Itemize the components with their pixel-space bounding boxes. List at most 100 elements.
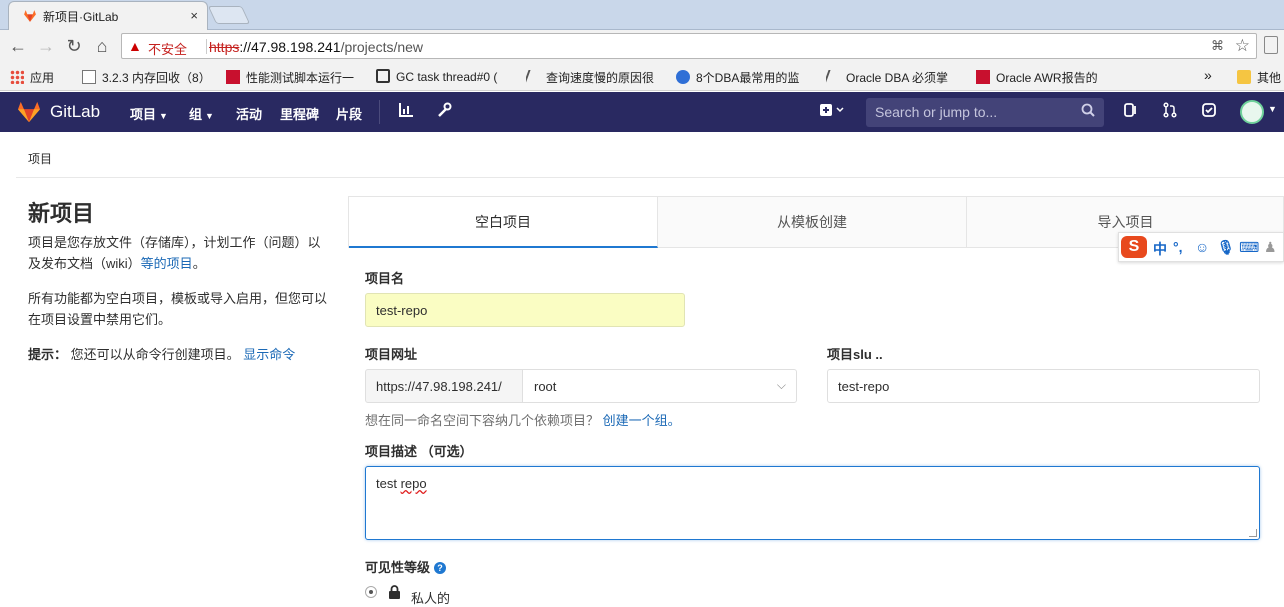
namespace-select[interactable]: root ⌵	[522, 369, 797, 403]
apps-grid-icon	[10, 70, 24, 84]
browser-tab-strip: 新项目·GitLab ×	[0, 0, 1284, 30]
bookmark-apps[interactable]: 应用	[10, 69, 54, 86]
merge-request-icon[interactable]	[1162, 102, 1178, 122]
user-avatar[interactable]	[1240, 100, 1264, 124]
nav-divider	[379, 100, 380, 124]
visibility-private-radio[interactable]	[365, 586, 377, 598]
tab-from-template[interactable]: 从模板创建	[658, 197, 967, 248]
bookmark-item[interactable]: 8个DBA最常用的监	[676, 69, 814, 86]
show-command-link[interactable]: 显示命令	[243, 347, 295, 362]
c-logo-icon	[976, 70, 990, 84]
bookmark-item[interactable]: Oracle DBA 必须掌	[826, 69, 962, 86]
extension-icon[interactable]	[1264, 36, 1278, 54]
chart-icon[interactable]	[398, 102, 414, 122]
g-logo-icon	[376, 69, 390, 83]
intro-link[interactable]: 等的项目	[141, 256, 193, 271]
back-arrow-icon[interactable]: ←	[8, 36, 28, 56]
project-slug-label: 项目slu ..	[827, 347, 883, 362]
bookmark-item[interactable]: 3.2.3 内存回收（8）	[82, 69, 214, 86]
close-tab-icon[interactable]: ×	[190, 8, 198, 23]
todo-check-icon[interactable]	[1201, 102, 1217, 122]
other-bookmarks-folder[interactable]: 其他	[1237, 69, 1281, 86]
create-group-link[interactable]: 创建一个组。	[603, 413, 681, 428]
page-icon	[82, 70, 96, 84]
microphone-icon[interactable]: 🎙	[1217, 239, 1235, 256]
page-title: 新项目	[28, 201, 95, 226]
bookmark-item[interactable]: 性能测试脚本运行一	[226, 69, 362, 86]
reload-icon[interactable]: ↻	[64, 36, 84, 56]
project-url-prefix: https://47.98.198.241/	[365, 369, 523, 403]
wrench-icon[interactable]	[436, 102, 452, 122]
address-url[interactable]: https://47.98.198.241/projects/new	[209, 39, 423, 55]
intro-paragraph: 项目是您存放文件（存储库），计划工作（问题）以及发布文档（wiki）等的项目。	[28, 235, 321, 271]
url-scheme: https	[209, 39, 240, 55]
url-path: /projects/new	[340, 39, 424, 55]
project-name-label: 项目名	[365, 271, 405, 286]
gitlab-header: GitLab 项目 ▼ 组 ▼ 活动 里程碑 片段 Search or jump t…	[0, 92, 1284, 132]
spellcheck-word: repo	[400, 476, 427, 491]
chevron-down-icon: ⌵	[776, 378, 786, 392]
group-help-text: 想在同一命名空间下容纳几个依赖项目？ 创建一个组。	[365, 413, 681, 428]
description-label: 项目描述 （可选）	[365, 444, 473, 459]
nav-activity[interactable]: 活动	[236, 104, 262, 123]
chevron-down-icon: ▼	[205, 111, 214, 121]
insecure-label[interactable]: 不安全	[148, 39, 187, 58]
sword-icon	[526, 70, 543, 84]
warning-triangle-icon: ▲	[128, 38, 142, 54]
gitlab-logo-icon[interactable]	[16, 101, 42, 123]
lock-icon	[388, 585, 401, 602]
search-icon	[1081, 103, 1095, 120]
tab-blank-project[interactable]: 空白项目	[349, 197, 658, 248]
tip-paragraph: 提示： 您还可以从命令行创建项目。 显示命令	[28, 347, 296, 362]
project-slug-input[interactable]: test-repo	[827, 369, 1260, 403]
browser-tab-title: 新项目·GitLab	[43, 10, 119, 24]
nav-groups[interactable]: 组 ▼	[189, 104, 214, 123]
search-placeholder: Search or jump to...	[875, 104, 998, 120]
issues-icon[interactable]	[1123, 102, 1139, 122]
nav-projects[interactable]: 项目 ▼	[130, 104, 168, 123]
bookmark-star-icon[interactable]: ☆	[1235, 36, 1250, 56]
description-textarea[interactable]: test repo	[365, 466, 1260, 540]
visibility-private-label: 私人的	[411, 591, 451, 606]
forward-arrow-icon[interactable]: →	[36, 36, 56, 56]
folder-icon	[1237, 70, 1251, 84]
breadcrumb-divider	[16, 177, 1284, 178]
gitlab-favicon-icon	[24, 10, 36, 22]
address-bar[interactable]: ▲ 不安全 https://47.98.198.241/projects/new…	[121, 33, 1257, 59]
namespace-value: root	[534, 379, 557, 394]
paw-icon	[676, 70, 690, 84]
chevron-down-icon: ▼	[159, 111, 168, 121]
nav-milestones[interactable]: 里程碑	[280, 104, 319, 123]
project-url-label: 项目网址	[365, 347, 418, 362]
chevron-down-icon[interactable]: ▼	[1268, 104, 1277, 114]
help-question-icon[interactable]: ?	[434, 562, 447, 574]
visibility-label: 可见性等级?	[365, 557, 447, 576]
bookmark-item[interactable]: GC task thread#0 (	[376, 69, 516, 84]
emoji-icon[interactable]: ☺	[1195, 239, 1209, 255]
features-paragraph: 所有功能都为空白项目，模板或导入启用，但您可以在项目设置中禁用它们。	[28, 291, 328, 327]
nav-snippets[interactable]: 片段	[336, 104, 362, 123]
translate-icon[interactable]: ⌘	[1211, 38, 1224, 54]
new-item-plus-icon[interactable]	[819, 102, 847, 122]
project-name-input[interactable]: test-repo	[365, 293, 685, 327]
ime-mode-toggle[interactable]: 中	[1153, 239, 1167, 259]
gitlab-brand[interactable]: GitLab	[50, 102, 100, 122]
bookmarks-overflow-button[interactable]: »	[1204, 67, 1212, 83]
browser-toolbar: ← → ↻ ⌂ ▲ 不安全 https://47.98.198.241/proj…	[0, 30, 1284, 62]
breadcrumb[interactable]: 项目	[28, 150, 52, 167]
sogou-logo-icon[interactable]: S	[1121, 236, 1147, 258]
sword-icon	[826, 70, 843, 84]
new-tab-button[interactable]	[207, 6, 251, 24]
keyboard-icon[interactable]: ⌨	[1239, 239, 1259, 256]
home-icon[interactable]: ⌂	[92, 36, 112, 56]
bookmarks-bar: 应用 3.2.3 内存回收（8） 性能测试脚本运行一 GC task threa…	[0, 62, 1284, 91]
resize-handle[interactable]	[1249, 529, 1257, 537]
punctuation-icon[interactable]: °,	[1173, 239, 1183, 255]
browser-tab-active[interactable]: 新项目·GitLab ×	[8, 1, 208, 30]
c-logo-icon	[226, 70, 240, 84]
user-settings-icon[interactable]: ♟	[1264, 239, 1277, 256]
bookmark-item[interactable]: 查询速度慢的原因很	[526, 69, 662, 86]
bookmark-item[interactable]: Oracle AWR报告的	[976, 69, 1112, 86]
address-divider	[206, 39, 207, 54]
search-input[interactable]: Search or jump to...	[866, 98, 1104, 127]
